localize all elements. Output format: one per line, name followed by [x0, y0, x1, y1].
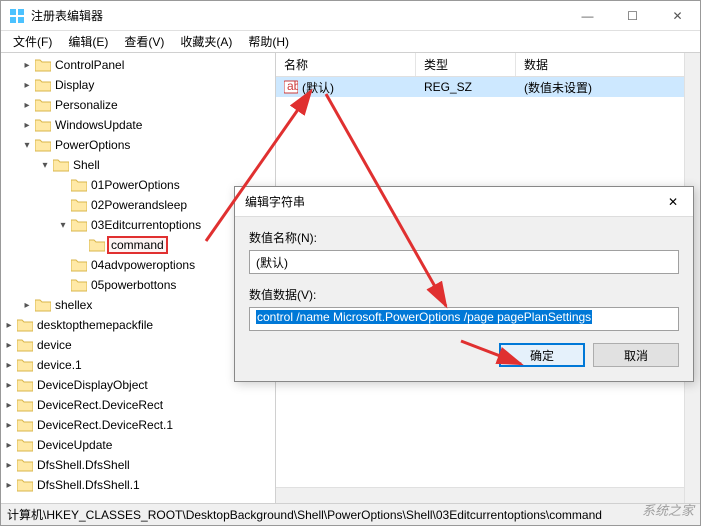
tree-item[interactable]: ▸DeviceRect.DeviceRect.1: [1, 415, 275, 435]
folder-icon: [17, 378, 33, 392]
folder-icon: [17, 478, 33, 492]
value-row-default[interactable]: ab (默认) REG_SZ (数值未设置): [276, 77, 700, 97]
tree-item[interactable]: ▾PowerOptions: [19, 135, 275, 155]
folder-icon: [17, 338, 33, 352]
chevron-right-icon[interactable]: ▸: [3, 399, 15, 411]
chevron-right-icon[interactable]: ▸: [3, 359, 15, 371]
statusbar: 计算机\HKEY_CLASSES_ROOT\DesktopBackground\…: [1, 503, 700, 525]
value-name: (默认): [302, 79, 334, 96]
column-type[interactable]: 类型: [416, 53, 516, 76]
chevron-right-icon[interactable]: ▸: [21, 79, 33, 91]
window-controls: — ☐ ✕: [565, 1, 700, 31]
chevron-down-icon[interactable]: ▾: [57, 219, 69, 231]
folder-icon: [17, 438, 33, 452]
chevron-right-icon[interactable]: ▸: [3, 459, 15, 471]
folder-icon: [35, 58, 51, 72]
tree-item[interactable]: ▸DeviceRect.DeviceRect: [1, 395, 275, 415]
close-button[interactable]: ✕: [655, 1, 700, 31]
window-title: 注册表编辑器: [31, 7, 565, 24]
statusbar-path: 计算机\HKEY_CLASSES_ROOT\DesktopBackground\…: [7, 506, 602, 523]
app-icon: [9, 8, 25, 24]
menu-view[interactable]: 查看(V): [116, 31, 172, 52]
folder-icon: [35, 98, 51, 112]
folder-icon: [53, 158, 69, 172]
folder-icon: [71, 198, 87, 212]
folder-icon: [17, 458, 33, 472]
chevron-right-icon[interactable]: ▸: [21, 299, 33, 311]
folder-icon: [71, 258, 87, 272]
folder-icon: [35, 78, 51, 92]
folder-icon: [71, 278, 87, 292]
minimize-button[interactable]: —: [565, 1, 610, 31]
chevron-right-icon[interactable]: ▸: [3, 479, 15, 491]
folder-icon: [89, 238, 105, 252]
titlebar: 注册表编辑器 — ☐ ✕: [1, 1, 700, 31]
value-name-input[interactable]: [249, 250, 679, 274]
menu-favorites[interactable]: 收藏夹(A): [172, 31, 240, 52]
tree-item[interactable]: ▸ControlPanel: [19, 55, 275, 75]
svg-text:ab: ab: [287, 80, 298, 93]
folder-icon: [71, 178, 87, 192]
string-value-icon: ab: [284, 80, 298, 94]
ok-button[interactable]: 确定: [499, 343, 585, 367]
chevron-right-icon[interactable]: ▸: [21, 119, 33, 131]
chevron-right-icon[interactable]: ▸: [21, 99, 33, 111]
chevron-right-icon[interactable]: ▸: [3, 319, 15, 331]
value-name-label: 数值名称(N):: [249, 229, 679, 246]
value-data-label: 数值数据(V):: [249, 286, 679, 303]
dialog-title: 编辑字符串: [245, 193, 653, 210]
menu-file[interactable]: 文件(F): [5, 31, 60, 52]
menubar: 文件(F) 编辑(E) 查看(V) 收藏夹(A) 帮助(H): [1, 31, 700, 53]
chevron-down-icon[interactable]: ▾: [39, 159, 51, 171]
chevron-down-icon[interactable]: ▾: [21, 139, 33, 151]
chevron-right-icon[interactable]: ▸: [3, 439, 15, 451]
folder-icon: [71, 218, 87, 232]
values-header: 名称 类型 数据: [276, 53, 700, 77]
column-name[interactable]: 名称: [276, 53, 416, 76]
tree-item[interactable]: ▸DeviceUpdate: [1, 435, 275, 455]
chevron-right-icon[interactable]: ▸: [3, 339, 15, 351]
folder-icon: [17, 398, 33, 412]
maximize-button[interactable]: ☐: [610, 1, 655, 31]
tree-item[interactable]: ▸Display: [19, 75, 275, 95]
folder-icon: [35, 138, 51, 152]
value-data-input[interactable]: control /name Microsoft.PowerOptions /pa…: [249, 307, 679, 331]
value-type: REG_SZ: [416, 79, 516, 95]
folder-icon: [35, 118, 51, 132]
edit-string-dialog: 编辑字符串 ✕ 数值名称(N): 数值数据(V): control /name …: [234, 186, 694, 382]
chevron-right-icon[interactable]: ▸: [3, 379, 15, 391]
tree-item[interactable]: ▸WindowsUpdate: [19, 115, 275, 135]
folder-icon: [17, 418, 33, 432]
tree-item[interactable]: ▸DfsShell.DfsShell.1: [1, 475, 275, 495]
tree-item[interactable]: ▾Shell: [37, 155, 275, 175]
dialog-close-button[interactable]: ✕: [653, 187, 693, 217]
chevron-right-icon[interactable]: ▸: [3, 419, 15, 431]
cancel-button[interactable]: 取消: [593, 343, 679, 367]
menu-edit[interactable]: 编辑(E): [60, 31, 116, 52]
horizontal-scrollbar[interactable]: [276, 487, 684, 503]
column-data[interactable]: 数据: [516, 53, 700, 76]
tree-item[interactable]: ▸DfsShell.DfsShell: [1, 455, 275, 475]
tree-item[interactable]: ▸Personalize: [19, 95, 275, 115]
folder-icon: [35, 298, 51, 312]
folder-icon: [17, 358, 33, 372]
menu-help[interactable]: 帮助(H): [240, 31, 297, 52]
value-data: (数值未设置): [516, 78, 700, 97]
folder-icon: [17, 318, 33, 332]
dialog-titlebar: 编辑字符串 ✕: [235, 187, 693, 217]
chevron-right-icon[interactable]: ▸: [21, 59, 33, 71]
